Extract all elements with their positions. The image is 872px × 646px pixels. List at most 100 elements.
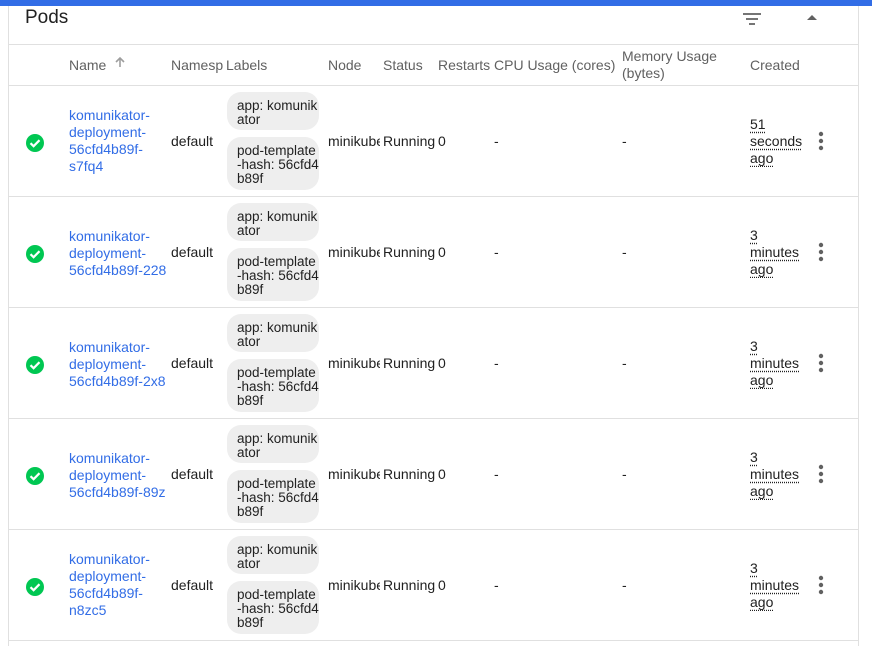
pod-node: minikube [328, 577, 380, 593]
label-chip-pod-template-hash: pod-template-hash: 56cfd4b89f [227, 470, 319, 523]
pod-name-line: deployment- [69, 245, 147, 261]
pod-name-line: 56cfd4b89f-228 [69, 262, 167, 278]
created-line: ago [750, 150, 774, 166]
filter-list-icon[interactable] [741, 9, 763, 29]
created-line: 51 [750, 116, 766, 132]
label-chip-app: app: komunikator [227, 536, 319, 574]
pod-status: Running [383, 577, 436, 593]
pod-node: minikube [328, 133, 380, 149]
more-vert-icon[interactable] [814, 130, 828, 152]
card-header: Pods [9, 6, 858, 45]
pod-namespace: default [171, 355, 214, 371]
created-line: minutes [750, 466, 800, 482]
pod-name-line: komunikator- [69, 228, 150, 244]
column-header-name[interactable]: Name [69, 57, 114, 74]
pod-name-line: n8zc5 [69, 602, 107, 618]
pod-name-line: 56cfd4b89f-2x8 [69, 373, 166, 389]
pod-memory-usage: - [622, 577, 627, 593]
pod-name-link[interactable]: komunikator- deployment- 56cfd4b89f-2x8 [69, 339, 169, 390]
created-line: 3 [750, 227, 758, 243]
label-chip-app: app: komunikator [227, 425, 319, 463]
pod-name-link[interactable]: komunikator- deployment- 56cfd4b89f- s7f… [69, 107, 169, 175]
pod-created-time: 51 seconds ago [750, 116, 806, 167]
pod-node: minikube [328, 355, 380, 371]
column-header-labels: Labels [226, 57, 268, 73]
pod-node: minikube [328, 244, 380, 260]
arrow-drop-up-icon[interactable] [804, 10, 820, 26]
pod-cpu-usage: - [494, 466, 499, 482]
pod-restarts: 0 [438, 466, 446, 482]
column-header-status[interactable]: Status [383, 57, 435, 74]
table-row: komunikator- deployment- 56cfd4b89f-89z … [9, 419, 858, 530]
created-line: minutes [750, 355, 800, 371]
created-line: seconds [750, 133, 803, 149]
pod-cpu-usage: - [494, 244, 499, 260]
table-row: komunikator- deployment- 56cfd4b89f- s7f… [9, 86, 858, 197]
pod-created-time: 3 minutes ago [750, 227, 806, 278]
table-row: komunikator- deployment- 56cfd4b89f- n8z… [9, 530, 858, 641]
pod-name-link[interactable]: komunikator- deployment- 56cfd4b89f-228 [69, 228, 169, 279]
pods-card: Pods Name Namespace Labels Node Status R… [8, 6, 859, 646]
check-circle-icon [26, 134, 44, 152]
check-circle-icon [26, 245, 44, 263]
pod-cpu-usage: - [494, 355, 499, 371]
pod-name-line: komunikator- [69, 450, 150, 466]
pod-cpu-usage: - [494, 577, 499, 593]
label-chip-pod-template-hash: pod-template-hash: 56cfd4b89f [227, 581, 319, 634]
table-row: komunikator- deployment- 56cfd4b89f-2x8 … [9, 308, 858, 419]
column-header-namespace[interactable]: Namespace [171, 57, 223, 74]
column-header-restarts[interactable]: Restarts [438, 57, 490, 74]
pod-status: Running [383, 244, 436, 260]
pod-status: Running [383, 133, 436, 149]
created-line: minutes [750, 244, 800, 260]
pod-restarts: 0 [438, 577, 446, 593]
created-line: ago [750, 483, 774, 499]
pod-name-line: komunikator- [69, 551, 150, 567]
pod-name-line: 56cfd4b89f- [69, 141, 143, 157]
check-circle-icon [26, 467, 44, 485]
pod-memory-usage: - [622, 355, 627, 371]
pod-namespace: default [171, 133, 214, 149]
check-circle-icon [26, 356, 44, 374]
created-line: ago [750, 594, 774, 610]
column-header-created[interactable]: Created [750, 57, 810, 74]
created-line: ago [750, 372, 774, 388]
column-header-cpu[interactable]: CPU Usage (cores) [494, 57, 619, 74]
pod-name-line: komunikator- [69, 339, 150, 355]
pod-name-line: deployment- [69, 124, 147, 140]
table-header: Name Namespace Labels Node Status Restar… [9, 45, 858, 86]
more-vert-icon[interactable] [814, 574, 828, 596]
created-line: 3 [750, 449, 758, 465]
pod-name-link[interactable]: komunikator- deployment- 56cfd4b89f-89z [69, 450, 169, 501]
pod-status: Running [383, 466, 436, 482]
pod-name-line: 56cfd4b89f-89z [69, 484, 166, 500]
pod-name-line: deployment- [69, 568, 147, 584]
pod-memory-usage: - [622, 244, 627, 260]
more-vert-icon[interactable] [814, 241, 828, 263]
table-row: komunikator- deployment- 56cfd4b89f-228 … [9, 197, 858, 308]
column-header-memory[interactable]: Memory Usage (bytes) [622, 48, 722, 82]
created-line: ago [750, 261, 774, 277]
pod-namespace: default [171, 466, 214, 482]
pod-restarts: 0 [438, 244, 446, 260]
card-title: Pods [25, 7, 69, 28]
arrow-up-icon[interactable] [114, 56, 126, 68]
pod-restarts: 0 [438, 133, 446, 149]
pod-status: Running [383, 355, 436, 371]
created-line: minutes [750, 577, 800, 593]
pod-name-line: komunikator- [69, 107, 150, 123]
pod-namespace: default [171, 577, 214, 593]
check-circle-icon [26, 578, 44, 596]
pod-restarts: 0 [438, 355, 446, 371]
label-chip-pod-template-hash: pod-template-hash: 56cfd4b89f [227, 137, 319, 190]
label-chip-pod-template-hash: pod-template-hash: 56cfd4b89f [227, 248, 319, 301]
pod-memory-usage: - [622, 466, 627, 482]
pod-name-line: deployment- [69, 356, 147, 372]
pod-memory-usage: - [622, 133, 627, 149]
more-vert-icon[interactable] [814, 352, 828, 374]
column-header-node[interactable]: Node [328, 57, 380, 74]
label-chip-app: app: komunikator [227, 314, 319, 352]
pod-namespace: default [171, 244, 214, 260]
more-vert-icon[interactable] [814, 463, 828, 485]
pod-name-link[interactable]: komunikator- deployment- 56cfd4b89f- n8z… [69, 551, 169, 619]
